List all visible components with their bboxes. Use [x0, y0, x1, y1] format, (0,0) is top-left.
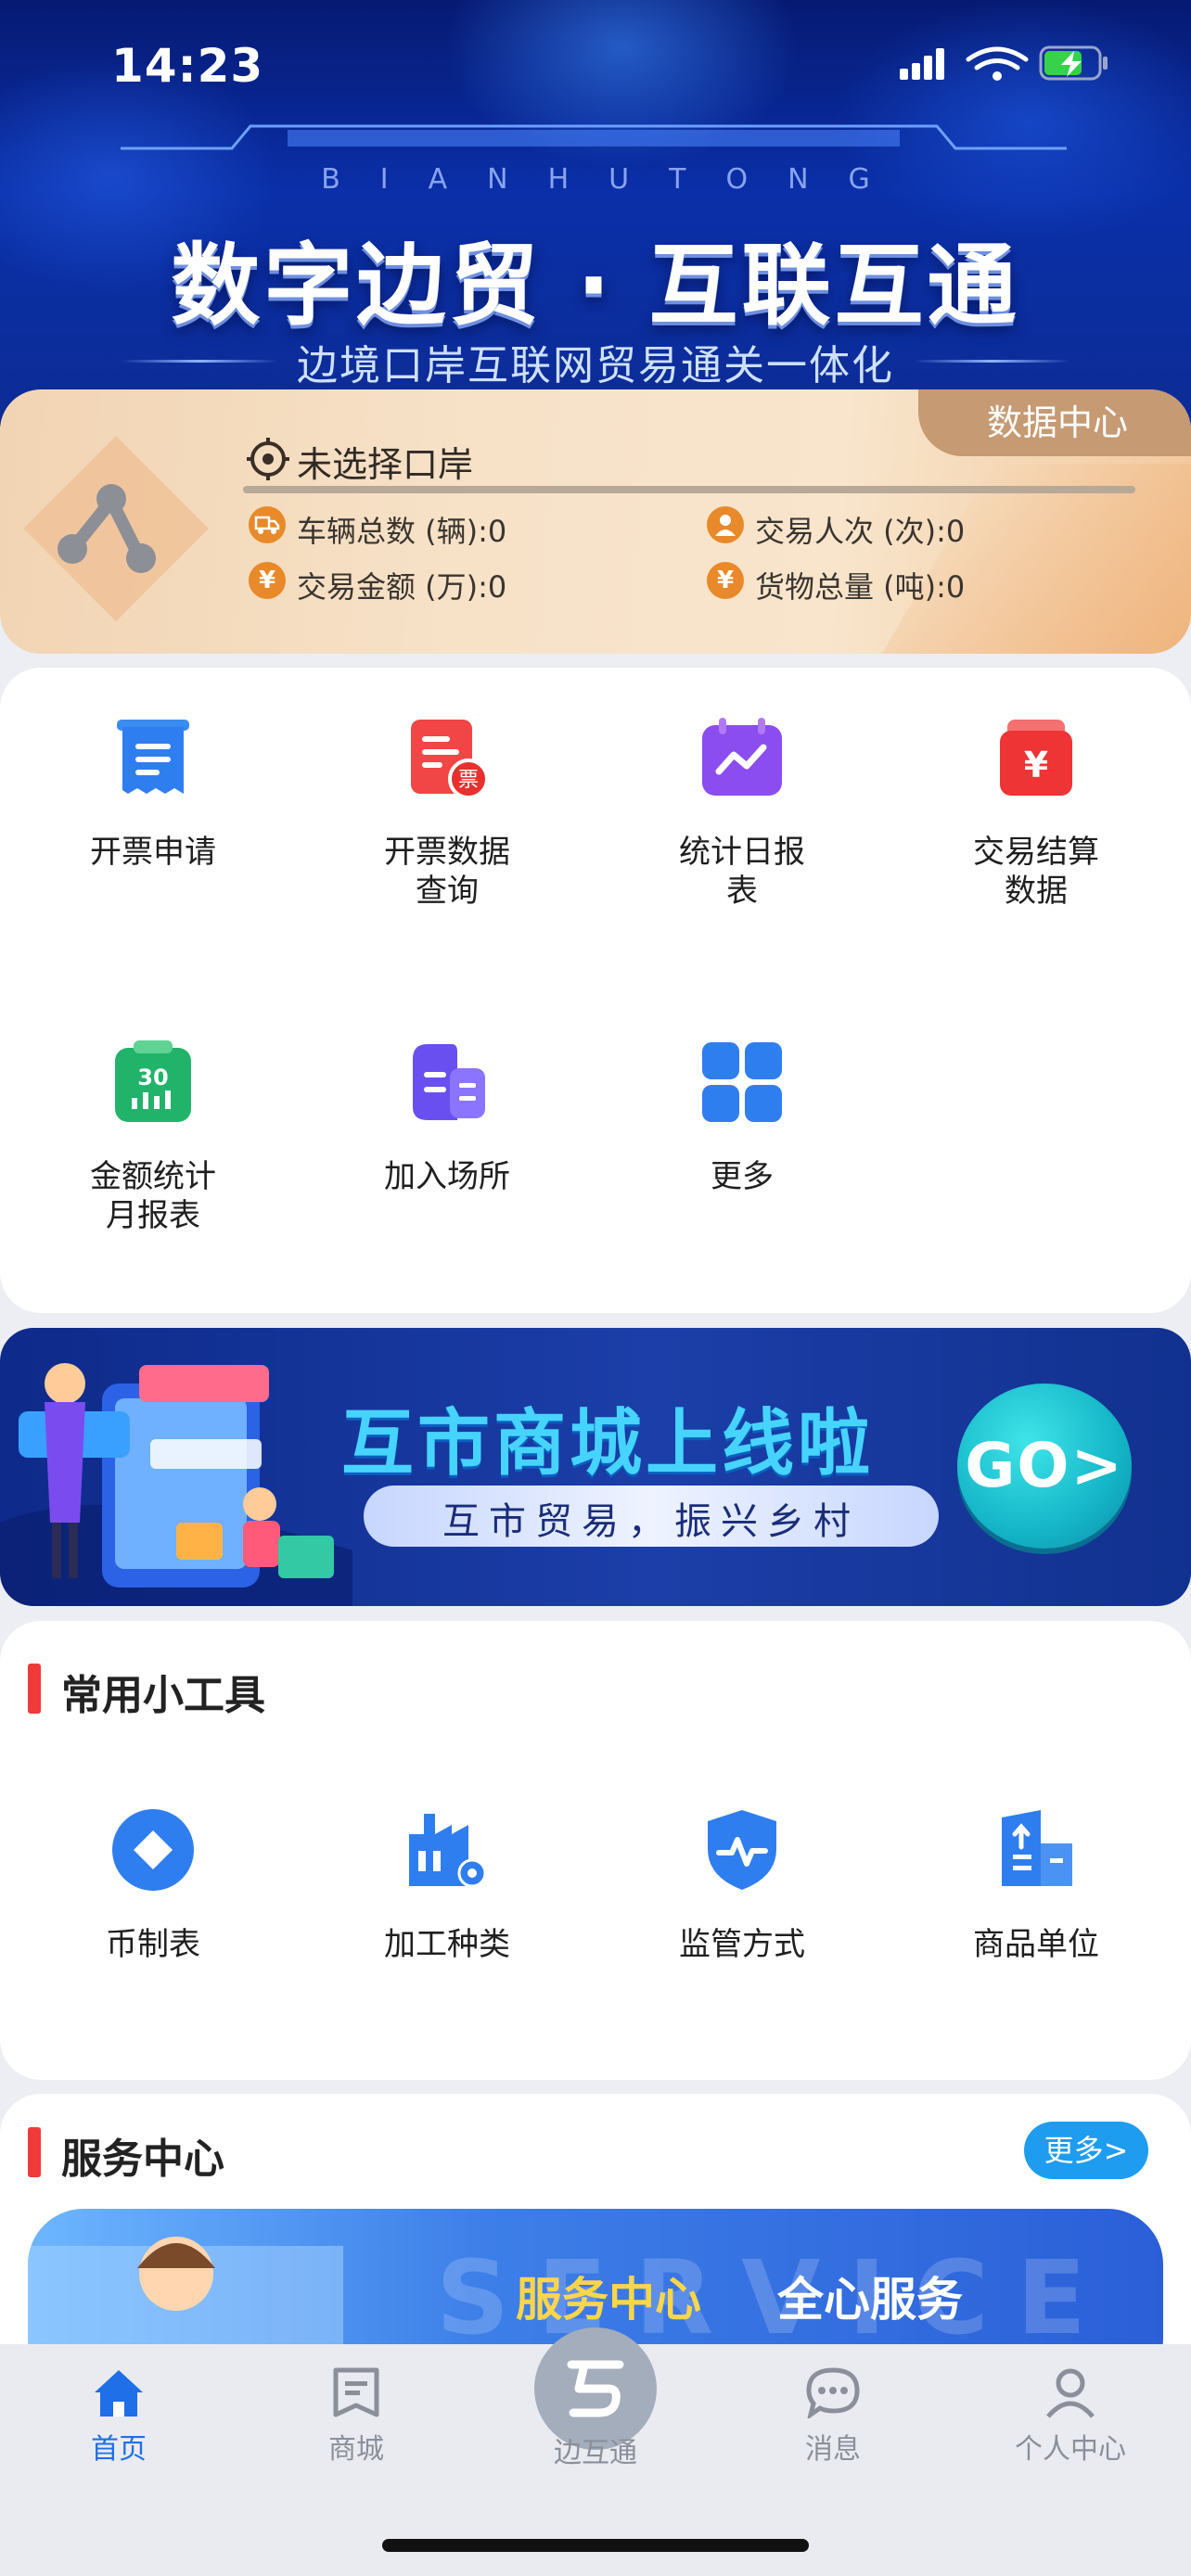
- battery-icon: [1039, 45, 1108, 81]
- tool-currency[interactable]: 币制表: [46, 1806, 260, 1992]
- tab-label: 首页: [91, 2433, 147, 2466]
- tab-mall[interactable]: 商城: [273, 2366, 440, 2467]
- settlement-icon: ¥: [1000, 720, 1072, 796]
- hero-subtitle: 边境口岸互联网贸易通关一体化: [297, 342, 894, 389]
- yuan-icon: ¥: [707, 562, 744, 599]
- monthly-report-icon: 30: [115, 1040, 191, 1122]
- section-marker: [28, 1664, 41, 1714]
- promo-illustration: [0, 1363, 352, 1606]
- divider: [243, 486, 1135, 493]
- svg-text:30: 30: [137, 1065, 168, 1090]
- data-center-card[interactable]: 数据中心 未选择口岸 车辆总数 (辆):0 交易人次 (次):0 ¥ 交易金额 …: [0, 389, 1191, 654]
- go-button[interactable]: GO>: [957, 1384, 1132, 1549]
- tab-label: 边互通: [554, 2437, 637, 2469]
- signal-icon: [900, 48, 944, 80]
- service-banner-title: 服务中心: [516, 2273, 701, 2327]
- data-center-tag[interactable]: 数据中心: [918, 389, 1191, 456]
- stat-goods: 货物总量 (吨):0: [755, 569, 966, 605]
- wifi-icon: [966, 46, 1029, 70]
- join-venue-icon: [413, 1044, 485, 1120]
- tool-label: 商品单位: [973, 1926, 1099, 1963]
- hero-banner: 14:23 BIANHUTONG 数字边贸 · 互联互通 边境口岸互联网贸易通关…: [0, 0, 1191, 427]
- location-target-icon: [247, 438, 289, 480]
- invoice-query-icon: 票: [411, 720, 489, 799]
- user-icon: [1046, 2368, 1095, 2418]
- hero-title: 数字边贸 · 互联互通: [171, 234, 1020, 338]
- grid-item-label: 开票申请: [90, 834, 216, 871]
- svg-text:票: 票: [458, 769, 479, 792]
- tool-label: 加工种类: [384, 1926, 510, 1963]
- grid-item-settlement[interactable]: ¥ 交易结算 数据: [929, 714, 1143, 910]
- tab-bianhutong[interactable]: 边互通: [512, 2352, 679, 2470]
- home-indicator: [382, 2539, 809, 2552]
- grid-item-daily-report[interactable]: 统计日报 表: [635, 714, 849, 910]
- person-icon: [707, 506, 744, 543]
- grid-item-label: 更多: [711, 1158, 774, 1195]
- more-button[interactable]: 更多>: [1024, 2122, 1148, 2179]
- grid-item-join-venue[interactable]: 加入场所: [340, 1039, 554, 1224]
- grid-item-label: 加入场所: [384, 1158, 510, 1195]
- svg-text:¥: ¥: [1024, 745, 1048, 785]
- grid-item-invoice-query[interactable]: 票 开票数据 查询: [340, 714, 554, 910]
- currency-icon: [112, 1809, 194, 1891]
- yuan-icon: ¥: [249, 562, 286, 599]
- status-icons: [898, 43, 1121, 93]
- tool-label: 币制表: [106, 1926, 200, 1963]
- grid-item-invoice-apply[interactable]: 开票申请: [46, 714, 260, 899]
- service-center-title: 服务中心: [61, 2136, 224, 2183]
- section-marker: [28, 2127, 41, 2177]
- service-banner-slogan: 全心服务: [777, 2273, 963, 2327]
- tab-label: 商城: [328, 2433, 384, 2466]
- tools-title: 常用小工具: [61, 1672, 265, 1719]
- tab-home[interactable]: 首页: [35, 2366, 202, 2467]
- more-grid-icon: [702, 1042, 782, 1122]
- status-time: 14:23: [111, 39, 264, 93]
- grid-item-label: 交易结算 数据: [973, 834, 1099, 910]
- tab-messages[interactable]: 消息: [749, 2366, 916, 2467]
- tools-card: 常用小工具 币制表 加工种类 监管方式 商品单位: [0, 1621, 1191, 2080]
- hero-pinyin: BIANHUTONG: [321, 163, 910, 196]
- port-selector[interactable]: 未选择口岸: [297, 436, 473, 487]
- truck-icon: [249, 506, 286, 543]
- factory-icon: [409, 1814, 487, 1888]
- stat-trades: 交易人次 (次):0: [755, 514, 966, 549]
- hero-decor-bar: [121, 124, 1067, 150]
- book-icon: [333, 2367, 379, 2417]
- grid-item-label: 开票数据 查询: [384, 834, 510, 910]
- building-icon: [1002, 1810, 1072, 1886]
- banner-subtitle: 互市贸易，振兴乡村: [442, 1500, 860, 1543]
- bianhutong-logo-icon: [567, 2360, 624, 2417]
- service-grid-card: 开票申请 票 开票数据 查询 统计日报 表 ¥ 交易结算 数据 30 金额统计 …: [0, 668, 1191, 1313]
- tab-label: 消息: [805, 2433, 861, 2466]
- tool-supervision[interactable]: 监管方式: [635, 1806, 849, 1992]
- grid-item-label: 统计日报 表: [679, 834, 805, 910]
- chat-icon: [806, 2367, 860, 2420]
- tab-profile[interactable]: 个人中心: [987, 2366, 1154, 2467]
- grid-item-more[interactable]: 更多: [635, 1039, 849, 1224]
- mall-promo-banner[interactable]: 互市商城上线啦 互市贸易，振兴乡村 GO>: [0, 1328, 1191, 1606]
- tool-processing-type[interactable]: 加工种类: [340, 1806, 554, 1992]
- grid-item-label: 金额统计 月报表: [90, 1158, 216, 1234]
- shield-pulse-icon: [708, 1810, 776, 1890]
- banner-title: 互市商城上线啦: [341, 1402, 875, 1486]
- tool-unit[interactable]: 商品单位: [929, 1806, 1143, 1992]
- home-icon: [95, 2370, 143, 2417]
- invoice-icon: [117, 720, 189, 794]
- tool-label: 监管方式: [679, 1926, 805, 1963]
- stat-amount: 交易金额 (万):0: [297, 569, 507, 605]
- grid-item-monthly-report[interactable]: 30 金额统计 月报表: [46, 1039, 260, 1234]
- stat-vehicles: 车辆总数 (辆):0: [297, 514, 507, 549]
- tab-label: 个人中心: [1015, 2433, 1126, 2466]
- daily-report-icon: [702, 718, 782, 796]
- network-icon: [23, 436, 209, 621]
